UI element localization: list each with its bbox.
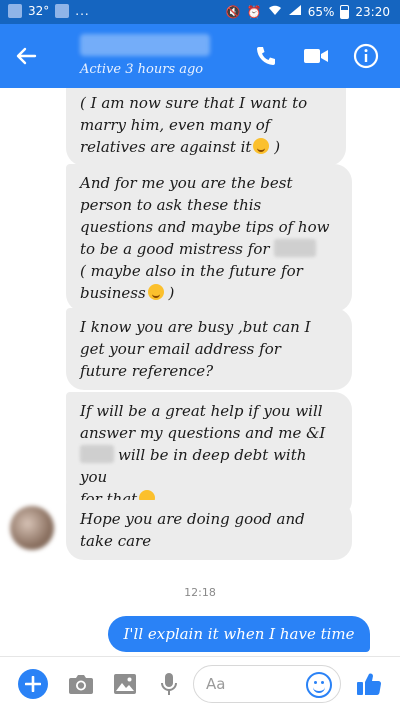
- camera-button[interactable]: [66, 669, 96, 699]
- signal-icon: [288, 4, 302, 19]
- temperature-text: 32°: [28, 4, 50, 18]
- mute-icon: 🔇: [225, 4, 241, 19]
- camera-icon: [69, 675, 93, 694]
- redacted-name: [80, 445, 114, 463]
- more-notifications-text: ...: [75, 4, 90, 18]
- contact-name-redacted[interactable]: [80, 34, 210, 56]
- active-status: Active 3 hours ago: [80, 62, 204, 77]
- winking-tongue-emoji-icon: [147, 284, 164, 300]
- status-bar: 32° ... 🔇 ⏰ 65% 23:20: [0, 0, 400, 24]
- conversation-info-button[interactable]: [350, 40, 382, 72]
- redacted-name: [273, 239, 316, 257]
- contact-avatar[interactable]: [10, 506, 54, 550]
- clock-time: 23:20: [355, 4, 390, 19]
- emoji-picker-button[interactable]: [306, 672, 332, 698]
- back-arrow-icon: [16, 47, 37, 65]
- received-message[interactable]: And for me you are the best person to as…: [66, 164, 352, 312]
- received-message[interactable]: Hope you are doing good and take care: [66, 500, 352, 560]
- voice-call-button[interactable]: [250, 40, 282, 72]
- message-text-tail: ): [163, 284, 175, 302]
- message-text: I know you are busy ,but can I get your …: [80, 318, 311, 380]
- message-thread[interactable]: ( I am now sure that I want to marry him…: [0, 88, 400, 656]
- received-message[interactable]: ( I am now sure that I want to marry him…: [66, 88, 346, 166]
- microphone-icon: [161, 673, 177, 695]
- back-button[interactable]: [10, 40, 42, 72]
- sent-message[interactable]: I'll explain it when I have time: [108, 616, 370, 652]
- thumbs-up-icon: [357, 673, 382, 696]
- like-button[interactable]: [354, 669, 384, 699]
- battery-icon: [340, 4, 350, 19]
- image-icon: [114, 674, 136, 694]
- video-call-button[interactable]: [300, 40, 332, 72]
- gallery-button[interactable]: [110, 669, 140, 699]
- plus-icon: [25, 676, 41, 692]
- composer-bar: [0, 656, 400, 711]
- conversation-header: Active 3 hours ago: [0, 24, 400, 88]
- info-icon: [353, 43, 379, 69]
- message-text-tail: ): [269, 138, 281, 156]
- video-camera-icon: [304, 49, 328, 63]
- contact-notification-icon: [55, 4, 70, 18]
- message-text-continued: ( maybe also in the future for business: [80, 262, 303, 302]
- message-input[interactable]: [206, 672, 298, 696]
- wifi-icon: [268, 4, 282, 19]
- received-message[interactable]: I know you are busy ,but can I get your …: [66, 308, 352, 390]
- message-text: If will be a great help if you will answ…: [80, 402, 326, 442]
- winking-tongue-emoji-icon: [253, 138, 270, 154]
- voice-clip-button[interactable]: [154, 669, 184, 699]
- gallery-notification-icon: [8, 4, 22, 18]
- battery-percent: 65%: [307, 4, 335, 19]
- message-timestamp: 12:18: [184, 586, 216, 599]
- message-composer[interactable]: [193, 665, 341, 703]
- message-text: Hope you are doing good and take care: [80, 510, 305, 550]
- more-actions-button[interactable]: [18, 669, 48, 699]
- phone-icon: [257, 47, 275, 65]
- alarm-icon: ⏰: [246, 4, 262, 19]
